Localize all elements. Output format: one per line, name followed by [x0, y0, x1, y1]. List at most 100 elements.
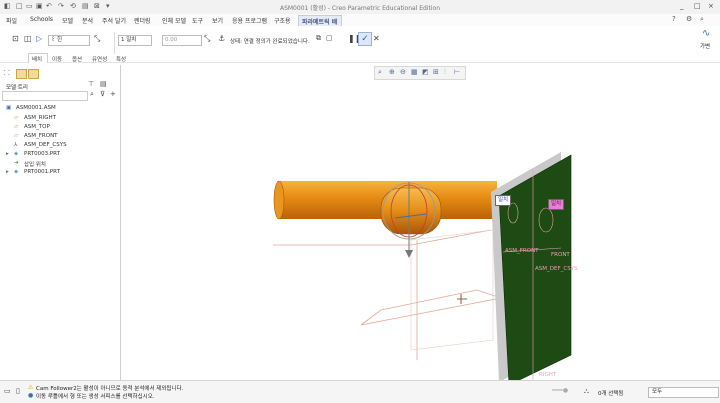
title-bar: ◧ □ ▭ ▣ ↶ ↷ ⟲ ▤ ⊠ ▾ ASM0001 (활성) - Creo …	[0, 0, 720, 15]
cancel-icon[interactable]: ✕	[373, 34, 380, 43]
maximize-button[interactable]: □	[694, 2, 701, 10]
menu-structure[interactable]: 구조용	[274, 16, 291, 25]
menu-model[interactable]: 모델	[62, 16, 73, 25]
user-defined-icon[interactable]: ⊡	[12, 34, 19, 43]
flip-constraint-icon[interactable]: ⤡	[204, 34, 210, 44]
predefined-icon[interactable]: ◫	[24, 34, 32, 43]
settings-icon[interactable]: ⚙	[686, 15, 692, 23]
layout-icon[interactable]: ▯	[16, 387, 20, 395]
minimize-button[interactable]: _	[680, 2, 684, 10]
insert-here-icon: ➜	[14, 160, 19, 166]
menu-applications[interactable]: 응용 프로그램	[232, 16, 267, 25]
show-component-icon[interactable]: ⧉	[316, 34, 321, 43]
datum-label-front: FRONT	[551, 252, 570, 258]
constraint-type-value: 1 일치	[121, 37, 137, 43]
flexible-icon[interactable]: ∿	[702, 28, 710, 39]
tree-item-label: ASM0001.ASM	[16, 105, 56, 111]
constraint-type-select[interactable]: 1 일치	[118, 35, 152, 46]
expand-icon[interactable]: ▸	[6, 169, 9, 175]
tab-placement[interactable]: 배치	[32, 55, 42, 63]
repaint-icon[interactable]: ▦	[411, 68, 418, 76]
status-message: Cam Follower2는 활성이 아니므로 동적 분석에서 제외됩니다.	[36, 386, 184, 392]
menu-tools[interactable]: 도구	[192, 16, 203, 25]
tree-columns-icon[interactable]: ▤	[100, 80, 107, 88]
selection-filter-value: 모두	[652, 389, 663, 395]
message-log-icon[interactable]: ▭	[4, 387, 11, 395]
selection-count: 0개 선택됨	[598, 391, 624, 397]
model-tree-label: 모델 트리	[6, 85, 28, 91]
datum-plane-outline	[273, 229, 492, 246]
datum-plane-asm-front	[410, 229, 494, 351]
pipe-hub	[380, 187, 442, 235]
datum-plane-icon: ▱	[14, 115, 19, 121]
menu-schools[interactable]: Schools	[30, 16, 53, 23]
zoom-in-icon[interactable]: ⊕	[389, 68, 395, 76]
tree-item-label: ASM_DEF_CSYS	[24, 142, 67, 148]
part-icon: ◈	[14, 169, 19, 175]
ok-button[interactable]: ✓	[358, 32, 372, 46]
status-prompt: 이동 루틀에서 형 또는 생성 서피스를 선택하십시오.	[36, 394, 155, 400]
constraint-tag-right[interactable]: 일치	[548, 199, 565, 210]
graphics-viewport[interactable]: ASM_FRONT FRONT ASM_DEF_CSYS RIGHT	[121, 80, 720, 380]
graphics-toolbar: ⌕ ⊕ ⊖ ▦ ◩ ⊞ ⫶ ⊢	[374, 66, 466, 80]
tree-item-label: PRT0001.PRT	[24, 169, 60, 175]
rigid-icon[interactable]: ▷	[36, 34, 42, 43]
datum-label-asm-front: ASM_FRONT	[505, 248, 539, 254]
tab-properties[interactable]: 특성	[116, 55, 126, 63]
expand-icon[interactable]: ▸	[6, 151, 9, 157]
folder-icon[interactable]	[16, 69, 27, 79]
placement-status-icon: ⚓	[218, 34, 226, 43]
menu-render[interactable]: 렌더링	[134, 16, 151, 25]
tree-settings-icon[interactable]: ⊤	[88, 80, 94, 88]
menu-bar: 파일 Schools 모델 분석 주석 달기 렌더링 인체 모델 도구 보기 응…	[0, 14, 720, 26]
flip-icon[interactable]: ⤡	[94, 34, 100, 44]
flexible-label[interactable]: 가변	[700, 42, 710, 50]
tree-add-icon[interactable]: +	[110, 90, 116, 98]
zoom-out-icon[interactable]: ⊖	[400, 68, 406, 76]
window-title: ASM0001 (활성) - Creo Parametric Education…	[279, 5, 441, 12]
refit-icon[interactable]: ⌕	[378, 68, 382, 77]
tree-filter-icon[interactable]: ⊽	[100, 90, 105, 98]
menu-annotate[interactable]: 주석 달기	[102, 16, 126, 25]
tab-flexibility[interactable]: 유연성	[92, 55, 107, 63]
tab-move[interactable]: 이동	[52, 55, 62, 63]
tree-item-label: 삽입 위치	[24, 162, 46, 168]
tree-search-input[interactable]	[2, 91, 88, 101]
annotation-display-icon[interactable]: ⊢	[454, 68, 460, 76]
layer-tree-icon[interactable]: ⸬	[4, 69, 10, 78]
separate-window-icon[interactable]: ▢	[326, 34, 333, 42]
help-icon[interactable]: ?	[672, 15, 676, 23]
ribbon: ⊡ ◫ ▷ ꒰ 힌 ⤡ 1 일치 0.00 ⤡ ⚓ 상태: 연결 정의가 완료되…	[0, 26, 720, 63]
datum-plane-icon: ▱	[14, 124, 19, 130]
menu-file[interactable]: 파일	[6, 16, 17, 25]
menu-view[interactable]: 보기	[212, 16, 223, 25]
playback-slider[interactable]: ━━━●	[552, 387, 568, 394]
menu-manikin[interactable]: 인체 모델	[162, 16, 186, 25]
pipe-end-left	[273, 180, 285, 220]
part-icon: ◈	[14, 151, 19, 157]
favorites-icon[interactable]	[28, 69, 39, 79]
selection-filter-select[interactable]: 모두	[648, 387, 719, 398]
display-style-icon[interactable]: ◩	[422, 68, 429, 76]
status-text: 상태: 연결 정의가 완료되었습니다.	[230, 39, 310, 45]
tree-item-label: ASM_RIGHT	[24, 115, 56, 121]
warning-icon: ⚠	[28, 384, 34, 391]
datum-display-icon[interactable]: ⫶	[444, 68, 446, 77]
tree-item-label: ASM_TOP	[24, 124, 50, 130]
saved-views-icon[interactable]: ⊞	[433, 68, 439, 76]
datum-label-csys: ASM_DEF_CSYS	[535, 266, 578, 272]
datum-plane-icon: ▱	[14, 133, 19, 139]
menu-analysis[interactable]: 분석	[82, 16, 93, 25]
separator	[114, 32, 115, 54]
tab-options[interactable]: 옵션	[72, 55, 82, 63]
smart-select-icon[interactable]: ⛬	[584, 387, 589, 396]
offset-value: 0.00	[165, 37, 178, 43]
constraint-tag-left[interactable]: 일치	[495, 195, 512, 206]
status-bar: ▭ ▯ ⚠ Cam Follower2는 활성이 아니므로 동적 분석에서 제외…	[0, 380, 720, 403]
constraint-set-select[interactable]: ꒰ 힌	[48, 35, 90, 46]
offset-input[interactable]: 0.00	[162, 35, 202, 46]
search-icon[interactable]: ⌕	[700, 15, 704, 24]
close-button[interactable]: ×	[708, 2, 714, 10]
model-tree-panel: ⸬ 모델 트리 ⊤ ▤ ⌕ ⊽ + ▣ ASM0001.ASM ▱ ASM_RI…	[0, 65, 121, 380]
tree-search-icon[interactable]: ⌕	[90, 90, 94, 99]
